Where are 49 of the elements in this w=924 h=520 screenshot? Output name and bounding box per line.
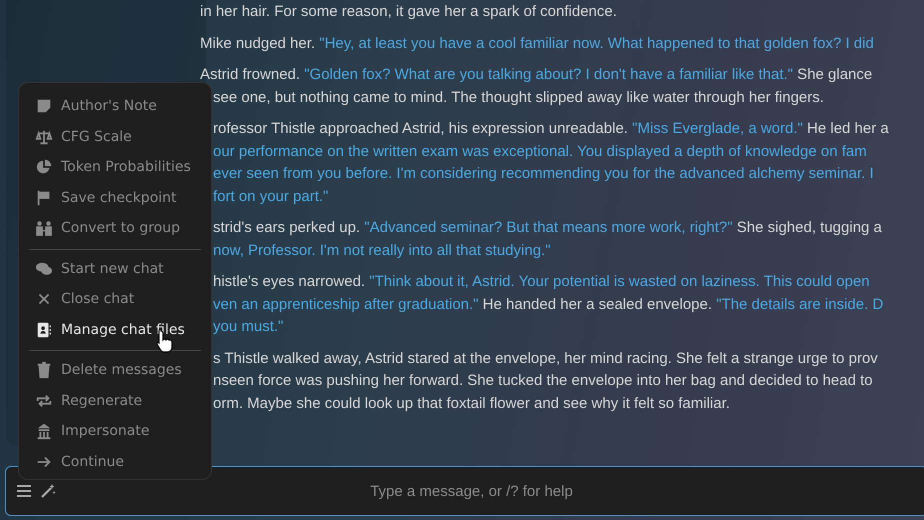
narration-text: s Thistle walked away, Astrid stared at the envelope, her mind racing. She felt a strange urge to prov bbox=[213, 350, 878, 366]
narration-text: He handed her a sealed envelope. bbox=[482, 296, 714, 312]
people-icon bbox=[35, 219, 53, 238]
menu-item[interactable]: Save checkpoint bbox=[29, 182, 201, 213]
narration-text: nseen force was pushing her forward. She tucked the envelope into her bag and decided to head to bbox=[213, 372, 873, 389]
dialogue-text: "The details are inside. D bbox=[716, 296, 884, 312]
scale-icon bbox=[35, 128, 53, 146]
narration-text: strid's ears perked up. bbox=[213, 219, 362, 236]
building-icon bbox=[35, 422, 53, 440]
dialogue-text: "Golden fox? What are you talking about? I don't have a familiar like that." bbox=[304, 66, 794, 83]
message-input-field[interactable]: Type a message, or /? for help bbox=[5, 466, 924, 516]
menu-item[interactable]: Delete messages bbox=[29, 355, 201, 386]
note-icon bbox=[35, 97, 53, 116]
trash-icon bbox=[35, 361, 53, 380]
dialogue-text: "Think about it, Astrid. Your potential is wasted on laziness. This could open bbox=[369, 273, 870, 290]
narration-text: see one, but nothing came to mind. The thought slipped away like water through her fingers. bbox=[213, 88, 824, 106]
narration-text: orm. Maybe she could look up that foxtail flower and see why it felt so familiar. bbox=[213, 394, 730, 412]
menu-item[interactable]: CFG Scale bbox=[29, 122, 201, 152]
menu-item[interactable]: Token Probabilities bbox=[29, 152, 201, 182]
pie-chart-icon bbox=[35, 158, 53, 176]
message-input[interactable]: Type a message, or /? for help bbox=[64, 482, 917, 500]
narration-text: He led her a bbox=[806, 120, 889, 137]
dialogue-text: ever seen from you before. I'm considering recommending you for the advanced alchemy seminar. I bbox=[213, 165, 874, 182]
menu-item[interactable]: Regenerate bbox=[29, 386, 201, 416]
narration-text: rofessor Thistle approached Astrid, his expression unreadable. bbox=[213, 120, 629, 137]
menu-item[interactable]: Author's Note bbox=[29, 91, 201, 122]
menu-item[interactable]: Convert to group bbox=[29, 213, 201, 244]
menu-item[interactable]: Close chat bbox=[29, 284, 201, 314]
dialogue-text: fort on your part." bbox=[213, 188, 328, 204]
narration-text: histle's eyes narrowed. bbox=[213, 273, 366, 290]
narration-text: She sighed, tugging a bbox=[736, 219, 882, 236]
narration-text: She glance bbox=[796, 66, 872, 83]
dialogue-text: our performance on the written exam was exceptional. You displayed a depth of knowledge on fam bbox=[213, 142, 867, 160]
narration-text: in her hair. For some reason, it gave her a spark of confidence. bbox=[200, 3, 617, 20]
magic-wand-icon[interactable] bbox=[40, 483, 56, 499]
dialogue-text: you must." bbox=[213, 318, 284, 335]
chat-bubbles-icon bbox=[35, 260, 53, 278]
dialogue-text: "Miss Everglade, a word." bbox=[632, 120, 803, 137]
contact-card-icon bbox=[35, 320, 53, 339]
dialogue-text: ven an apprenticeship after graduation." bbox=[213, 296, 479, 312]
menu-item[interactable]: Impersonate bbox=[29, 416, 201, 446]
narration-text: Astrid frowned. bbox=[200, 66, 302, 83]
menu-item[interactable]: Start new chat bbox=[29, 254, 201, 284]
dialogue-text: "Hey, at least you have a cool familiar now. What happened to that golden fox? I did bbox=[319, 34, 874, 52]
narration-text: Mike nudged her. bbox=[200, 34, 316, 52]
dialogue-text: now, Professor. I'm not really into all that studying." bbox=[213, 242, 551, 258]
menu-icon[interactable] bbox=[16, 483, 32, 499]
menu-item[interactable]: Manage chat files bbox=[29, 314, 201, 345]
dialogue-text: "Advanced seminar? But that means more work, right?" bbox=[364, 219, 733, 236]
